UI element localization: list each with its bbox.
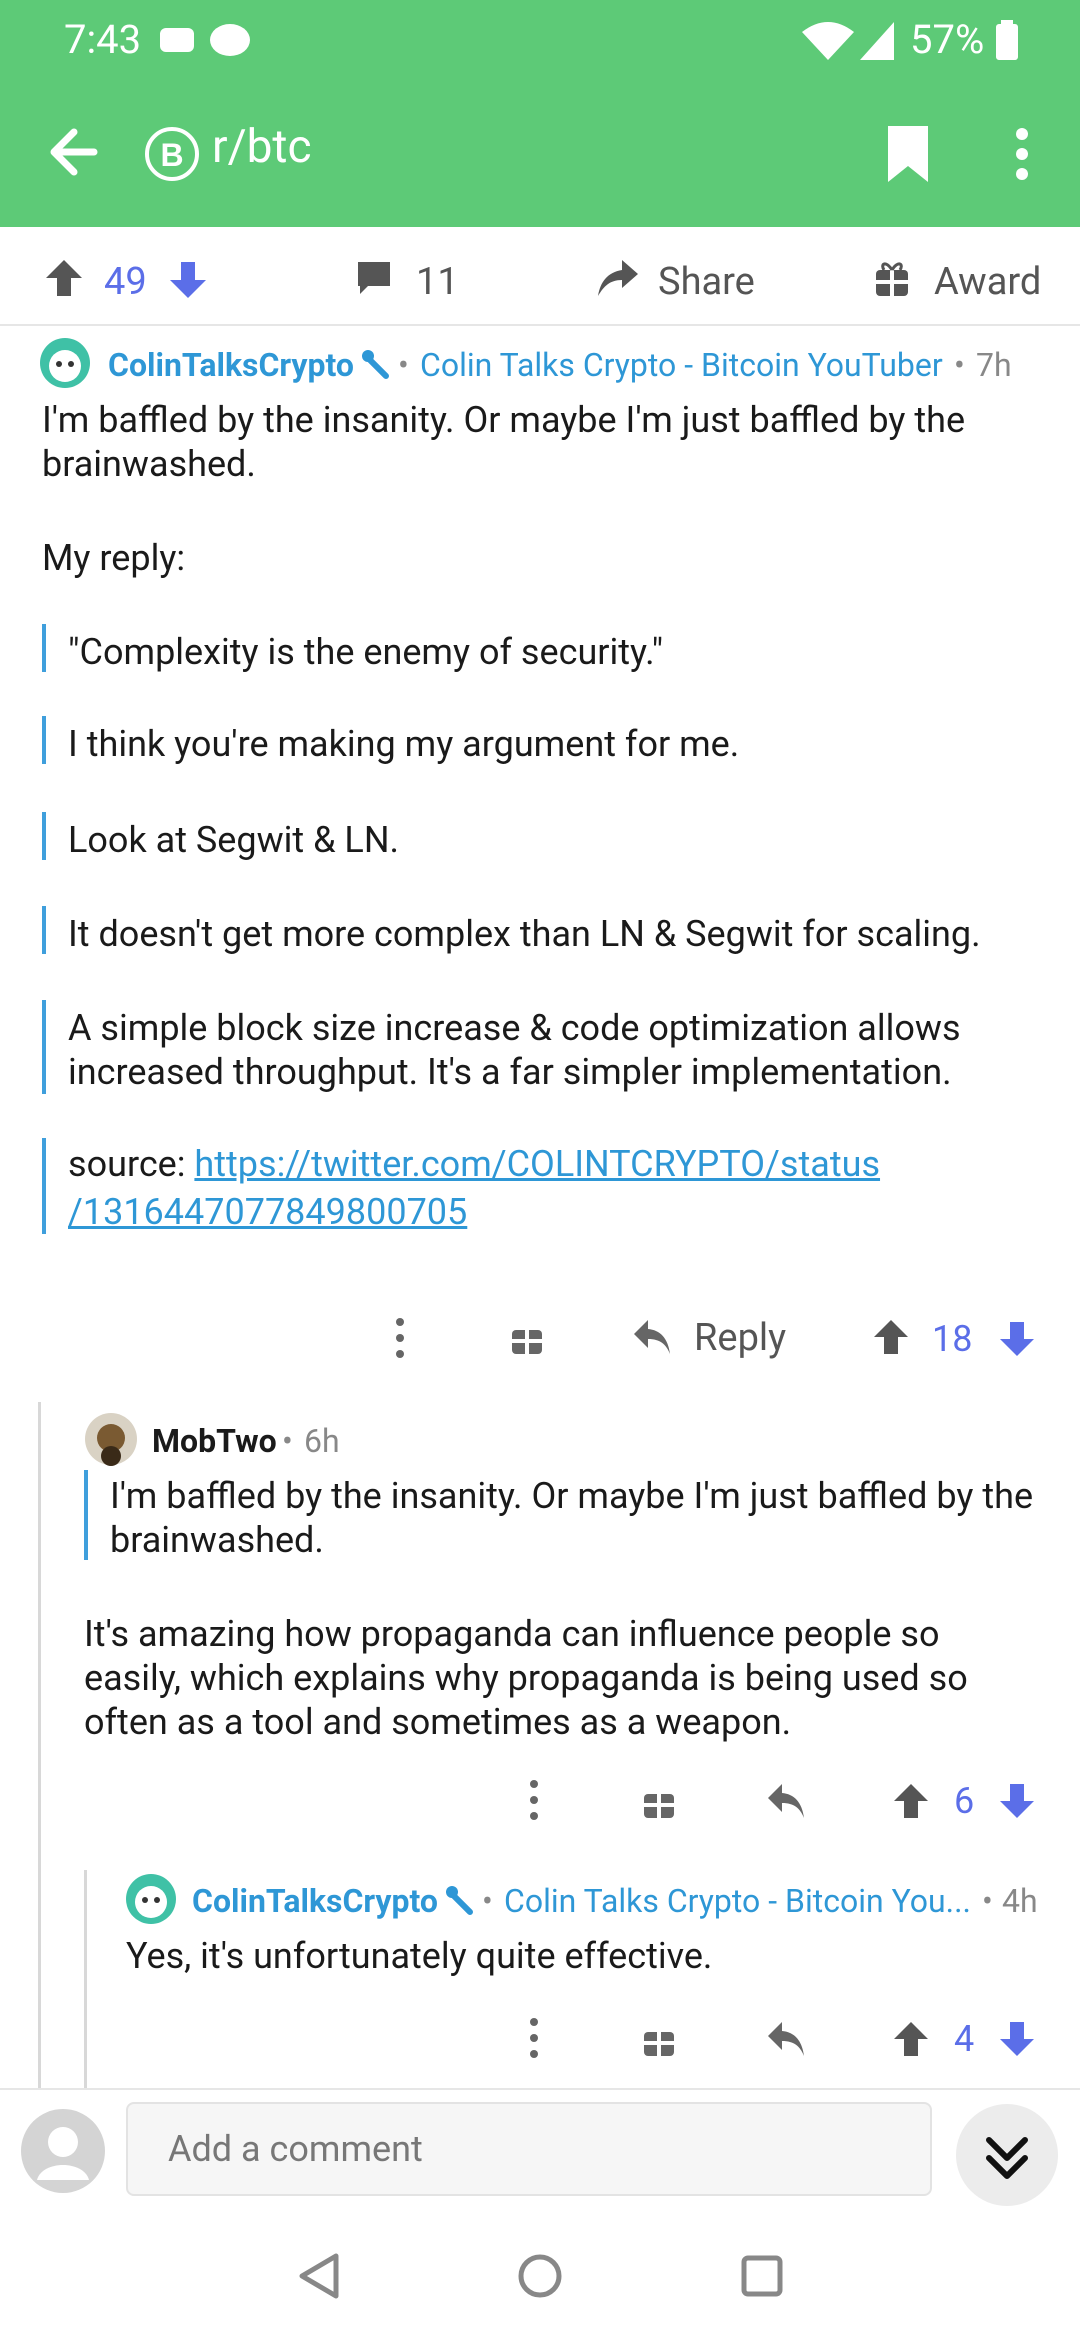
comment-body-line: brainwashed. — [42, 443, 256, 485]
upvote-icon[interactable] — [892, 2020, 930, 2058]
separator-dot: • — [954, 346, 965, 384]
comment-author[interactable]: ColinTalksCrypto — [108, 346, 354, 384]
quote-bar — [84, 1470, 88, 1560]
share-button[interactable]: Share — [658, 260, 755, 304]
moderator-wrench-icon — [362, 350, 389, 379]
comment-body-line: easily, which explains why propaganda is… — [84, 1657, 968, 1699]
comment-body-line: My reply: — [42, 537, 186, 579]
scroll-down-button[interactable] — [956, 2104, 1058, 2206]
quote-line: brainwashed. — [110, 1519, 324, 1561]
quote-line: A simple block size increase & code opti… — [68, 1007, 961, 1049]
comment-score: 4 — [954, 2018, 975, 2060]
comment-body-line: often as a tool and sometimes as a weapo… — [84, 1701, 792, 1743]
downvote-icon[interactable] — [998, 2020, 1036, 2058]
user-flair: Colin Talks Crypto - Bitcoin YouTuber — [420, 346, 943, 384]
svg-text:B: B — [160, 137, 183, 173]
reply-icon[interactable] — [766, 2020, 806, 2058]
thread-line — [38, 1402, 41, 2088]
comment-body-line: Yes, it's unfortunately quite effective. — [126, 1935, 713, 1977]
upvote-icon[interactable] — [44, 258, 84, 298]
award-icon[interactable] — [874, 258, 910, 298]
comment-score: 6 — [954, 1780, 975, 1822]
comment-icon[interactable] — [354, 258, 394, 298]
comment-body-line: I'm baffled by the insanity. Or maybe I'… — [42, 399, 966, 441]
quote-line: I'm baffled by the insanity. Or maybe I'… — [110, 1475, 1034, 1517]
nav-home-icon[interactable] — [516, 2252, 564, 2300]
nav-recents-icon[interactable] — [740, 2254, 784, 2298]
downvote-icon[interactable] — [168, 260, 208, 300]
subreddit-title[interactable]: r/btc — [212, 120, 312, 174]
separator-dot: • — [982, 1882, 993, 1920]
source-label: source: — [68, 1143, 195, 1185]
comment-age: 7h — [976, 346, 1012, 384]
quote-bar — [42, 624, 46, 672]
quote-line: increased throughput. It's a far simpler… — [68, 1051, 952, 1093]
reply-button[interactable]: Reply — [694, 1316, 786, 1360]
bookmark-icon[interactable] — [886, 124, 930, 184]
comment-count[interactable]: 11 — [416, 260, 459, 304]
quote-bar — [42, 906, 46, 954]
user-avatar-placeholder-icon[interactable] — [20, 2108, 106, 2194]
avatar[interactable] — [84, 1412, 138, 1466]
battery-percent: 57% — [910, 16, 985, 63]
separator-dot: • — [282, 1422, 293, 1460]
quote-bar — [42, 1138, 46, 1234]
signal-icons — [802, 22, 894, 60]
more-options-icon[interactable] — [526, 1778, 542, 1822]
award-icon[interactable] — [642, 2020, 676, 2058]
quote-line: It doesn't get more complex than LN & Se… — [68, 913, 981, 955]
overflow-menu-icon[interactable] — [1012, 126, 1032, 182]
upvote-icon[interactable] — [872, 1318, 910, 1356]
source-link[interactable]: https://twitter.com/COLINTCRYPTO/status — [194, 1143, 880, 1185]
comment-author[interactable]: MobTwo — [152, 1422, 277, 1460]
award-icon[interactable] — [642, 1782, 676, 1820]
notification-icons — [160, 24, 250, 56]
avatar[interactable] — [38, 336, 92, 390]
quote-line: I think you're making my argument for me… — [68, 723, 740, 765]
add-comment-input[interactable]: Add a comment — [126, 2102, 932, 2196]
quote-bar — [42, 812, 46, 860]
quote-line: "Complexity is the enemy of security." — [68, 631, 664, 673]
battery-icon — [996, 20, 1018, 60]
user-flair: Colin Talks Crypto - Bitcoin You... — [504, 1882, 971, 1920]
source-link[interactable]: /1316447077849800705 — [68, 1190, 467, 1234]
nav-back-icon[interactable] — [296, 2252, 344, 2300]
thread-line — [84, 1870, 87, 2088]
comment-age: 4h — [1002, 1882, 1038, 1920]
quote-line: Look at Segwit & LN. — [68, 819, 399, 861]
quote-bar — [42, 1000, 46, 1094]
comment-score: 18 — [932, 1318, 973, 1360]
comment-age: 6h — [304, 1422, 340, 1460]
post-score: 49 — [104, 260, 147, 304]
comment-author[interactable]: ColinTalksCrypto — [192, 1882, 438, 1920]
avatar[interactable] — [124, 1872, 178, 1926]
source-line: source: https://twitter.com/COLINTCRYPTO… — [68, 1142, 880, 1186]
divider — [0, 2088, 1080, 2090]
downvote-icon[interactable] — [998, 1782, 1036, 1820]
double-chevron-down-icon — [986, 2137, 1028, 2179]
bitcoin-subreddit-icon: B — [145, 127, 199, 181]
divider — [0, 324, 1080, 326]
upvote-icon[interactable] — [892, 1782, 930, 1820]
status-time: 7:43 — [64, 16, 142, 63]
share-icon[interactable] — [596, 256, 640, 300]
reply-icon[interactable] — [766, 1782, 806, 1820]
more-options-icon[interactable] — [526, 2016, 542, 2060]
downvote-icon[interactable] — [998, 1320, 1036, 1358]
separator-dot: • — [482, 1882, 493, 1920]
comment-body-line: It's amazing how propaganda can influenc… — [84, 1613, 940, 1655]
separator-dot: • — [398, 346, 409, 384]
award-button[interactable]: Award — [934, 260, 1041, 304]
award-icon[interactable] — [510, 1318, 544, 1356]
moderator-wrench-icon — [446, 1886, 473, 1915]
reply-icon[interactable] — [632, 1318, 672, 1356]
quote-bar — [42, 716, 46, 764]
back-arrow-icon[interactable] — [46, 124, 102, 180]
more-options-icon[interactable] — [392, 1316, 408, 1360]
